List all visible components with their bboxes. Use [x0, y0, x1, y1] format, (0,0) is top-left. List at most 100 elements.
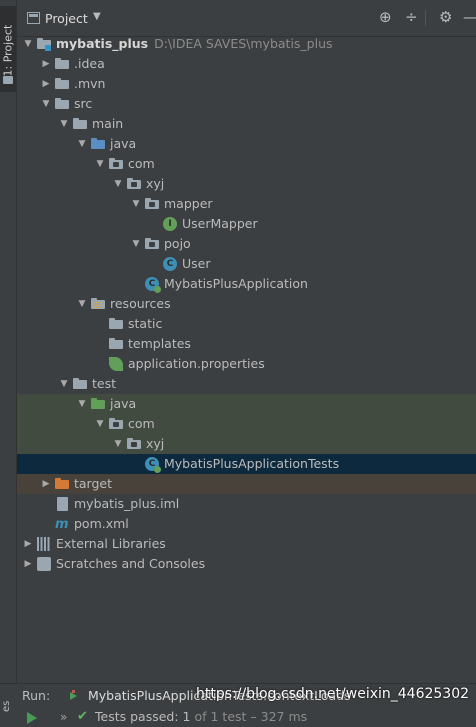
tree-item[interactable]: ▼ mybatis_plus D:\IDEA SAVES\mybatis_plus — [17, 34, 476, 54]
chevron-down-icon[interactable]: ▼ — [113, 434, 123, 454]
properties-file-icon — [109, 357, 123, 371]
package-icon — [109, 417, 123, 431]
tree-item[interactable]: ▼ xyj — [17, 434, 476, 454]
tree-item-label: test — [92, 376, 117, 391]
interface-icon: I — [163, 217, 177, 231]
tree-item[interactable]: C MybatisPlusApplication — [17, 274, 476, 294]
tree-item[interactable]: ▶ External Libraries — [17, 534, 476, 554]
chevron-down-icon[interactable]: ▼ — [59, 114, 69, 134]
chevron-down-icon[interactable]: ▼ — [95, 154, 105, 174]
tree-item[interactable]: ▼ com — [17, 414, 476, 434]
tree-item[interactable]: I UserMapper — [17, 214, 476, 234]
tree-item[interactable]: ▼ com — [17, 154, 476, 174]
left-bottom-label: es — [1, 700, 12, 712]
chevron-right-icon[interactable]: ▶ — [41, 474, 51, 494]
tree-item-label: mybatis_plus.iml — [74, 496, 180, 511]
tree-item-label-wrap: mybatis_plus D:\IDEA SAVES\mybatis_plus — [56, 34, 333, 54]
package-icon — [109, 157, 123, 171]
spring-class-icon: C — [145, 457, 161, 473]
test-status-bar: » ✔ Tests passed: 1 of 1 test – 327 ms — [0, 707, 476, 727]
tree-item-label: templates — [128, 336, 191, 351]
tree-item[interactable]: ▼ xyj — [17, 174, 476, 194]
tree-item[interactable]: ▼ java — [17, 134, 476, 154]
tree-item-label: main — [92, 116, 124, 131]
play-icon[interactable] — [27, 712, 37, 724]
project-icon — [27, 12, 40, 24]
expand-icon[interactable]: » — [60, 707, 67, 727]
chevron-down-icon[interactable]: ▼ — [95, 414, 105, 434]
tree-item[interactable]: m pom.xml — [17, 514, 476, 534]
tree-item-label: MybatisPlusApplication — [164, 276, 308, 291]
tree-item[interactable]: C User — [17, 254, 476, 274]
spring-class-icon: C — [145, 277, 161, 293]
tree-item-label: xyj — [146, 176, 165, 191]
chevron-down-icon[interactable]: ▼ — [131, 194, 141, 214]
tree-item-label: External Libraries — [56, 536, 166, 551]
test-run-icon — [70, 690, 77, 700]
chevron-down-icon[interactable]: ▼ — [59, 374, 69, 394]
tree-item[interactable]: ▼ src — [17, 94, 476, 114]
tree-item[interactable]: ▼ test — [17, 374, 476, 394]
chevron-down-icon[interactable]: ▼ — [77, 294, 87, 314]
tree-item[interactable]: mybatis_plus.iml — [17, 494, 476, 514]
tree-item-label: mybatis_plus — [56, 36, 149, 51]
tree-item[interactable]: ▶ Scratches and Consoles — [17, 554, 476, 574]
gear-icon[interactable]: ⚙ — [439, 8, 452, 26]
tree-item[interactable]: ▶ target — [17, 474, 476, 494]
tree-item[interactable]: ▼ resources — [17, 294, 476, 314]
folder-icon — [3, 76, 13, 84]
folder-icon — [91, 137, 105, 151]
tree-item[interactable]: ▼ java — [17, 394, 476, 414]
chevron-right-icon[interactable]: ▶ — [23, 534, 33, 554]
package-icon — [127, 437, 141, 451]
tree-item-label: User — [182, 256, 211, 271]
project-tree: ▼ mybatis_plus D:\IDEA SAVES\mybatis_plus ▶… — [17, 34, 476, 574]
package-icon — [145, 197, 159, 211]
chevron-down-icon[interactable]: ▼ — [77, 394, 87, 414]
tree-item-label: UserMapper — [182, 216, 258, 231]
maven-icon: m — [55, 517, 69, 532]
check-icon: ✔ — [77, 709, 88, 724]
hide-icon[interactable]: — — [463, 8, 476, 26]
chevron-right-icon[interactable]: ▶ — [41, 54, 51, 74]
chevron-right-icon[interactable]: ▶ — [23, 554, 33, 574]
tree-item-label: MybatisPlusApplicationTests — [164, 456, 340, 471]
project-path: D:\IDEA SAVES\mybatis_plus — [154, 36, 333, 51]
tree-item-label: mapper — [164, 196, 213, 211]
tree-item[interactable]: ▶ .mvn — [17, 74, 476, 94]
package-icon — [127, 177, 141, 191]
scratches-icon — [37, 557, 51, 571]
tree-item[interactable]: ▶ .idea — [17, 54, 476, 74]
tree-item[interactable]: ▼ main — [17, 114, 476, 134]
folder-icon — [73, 377, 87, 391]
tree-item[interactable]: application.properties — [17, 354, 476, 374]
folder-icon — [109, 317, 123, 331]
chevron-down-icon[interactable]: ▼ — [113, 174, 123, 194]
locate-icon[interactable]: ⊕ — [379, 8, 392, 26]
project-tool-tab[interactable]: 1: Project — [0, 6, 16, 92]
module-file-icon — [57, 497, 68, 511]
tree-item-label: pom.xml — [74, 516, 129, 531]
tree-item-label: java — [110, 396, 137, 411]
project-view-selector[interactable]: Project — [45, 11, 88, 26]
tests-passed-text: Tests passed: 1 of 1 test – 327 ms — [95, 707, 307, 727]
tree-item[interactable]: ▼ mapper — [17, 194, 476, 214]
run-label: Run: — [22, 688, 51, 703]
chevron-down-icon[interactable]: ▼ — [77, 134, 87, 154]
folder-icon — [55, 97, 69, 111]
tree-item[interactable]: C MybatisPlusApplicationTests — [17, 454, 476, 474]
watermark: https://blog.csdn.net/weixin_44625302 — [196, 686, 470, 702]
tree-item[interactable]: ▼ pojo — [17, 234, 476, 254]
tree-item[interactable]: templates — [17, 334, 476, 354]
tree-item[interactable]: static — [17, 314, 476, 334]
chevron-down-icon[interactable]: ▼ — [41, 94, 51, 114]
chevron-down-icon[interactable]: ▼ — [93, 11, 101, 22]
collapse-all-icon[interactable]: ÷ — [405, 8, 418, 26]
chevron-down-icon[interactable]: ▼ — [23, 34, 33, 54]
chevron-down-icon[interactable]: ▼ — [131, 234, 141, 254]
tests-passed-detail: of 1 test – 327 ms — [194, 709, 308, 724]
chevron-right-icon[interactable]: ▶ — [41, 74, 51, 94]
folder-icon — [55, 77, 69, 91]
tree-item-label: target — [74, 476, 113, 491]
tree-item-label: src — [74, 96, 93, 111]
